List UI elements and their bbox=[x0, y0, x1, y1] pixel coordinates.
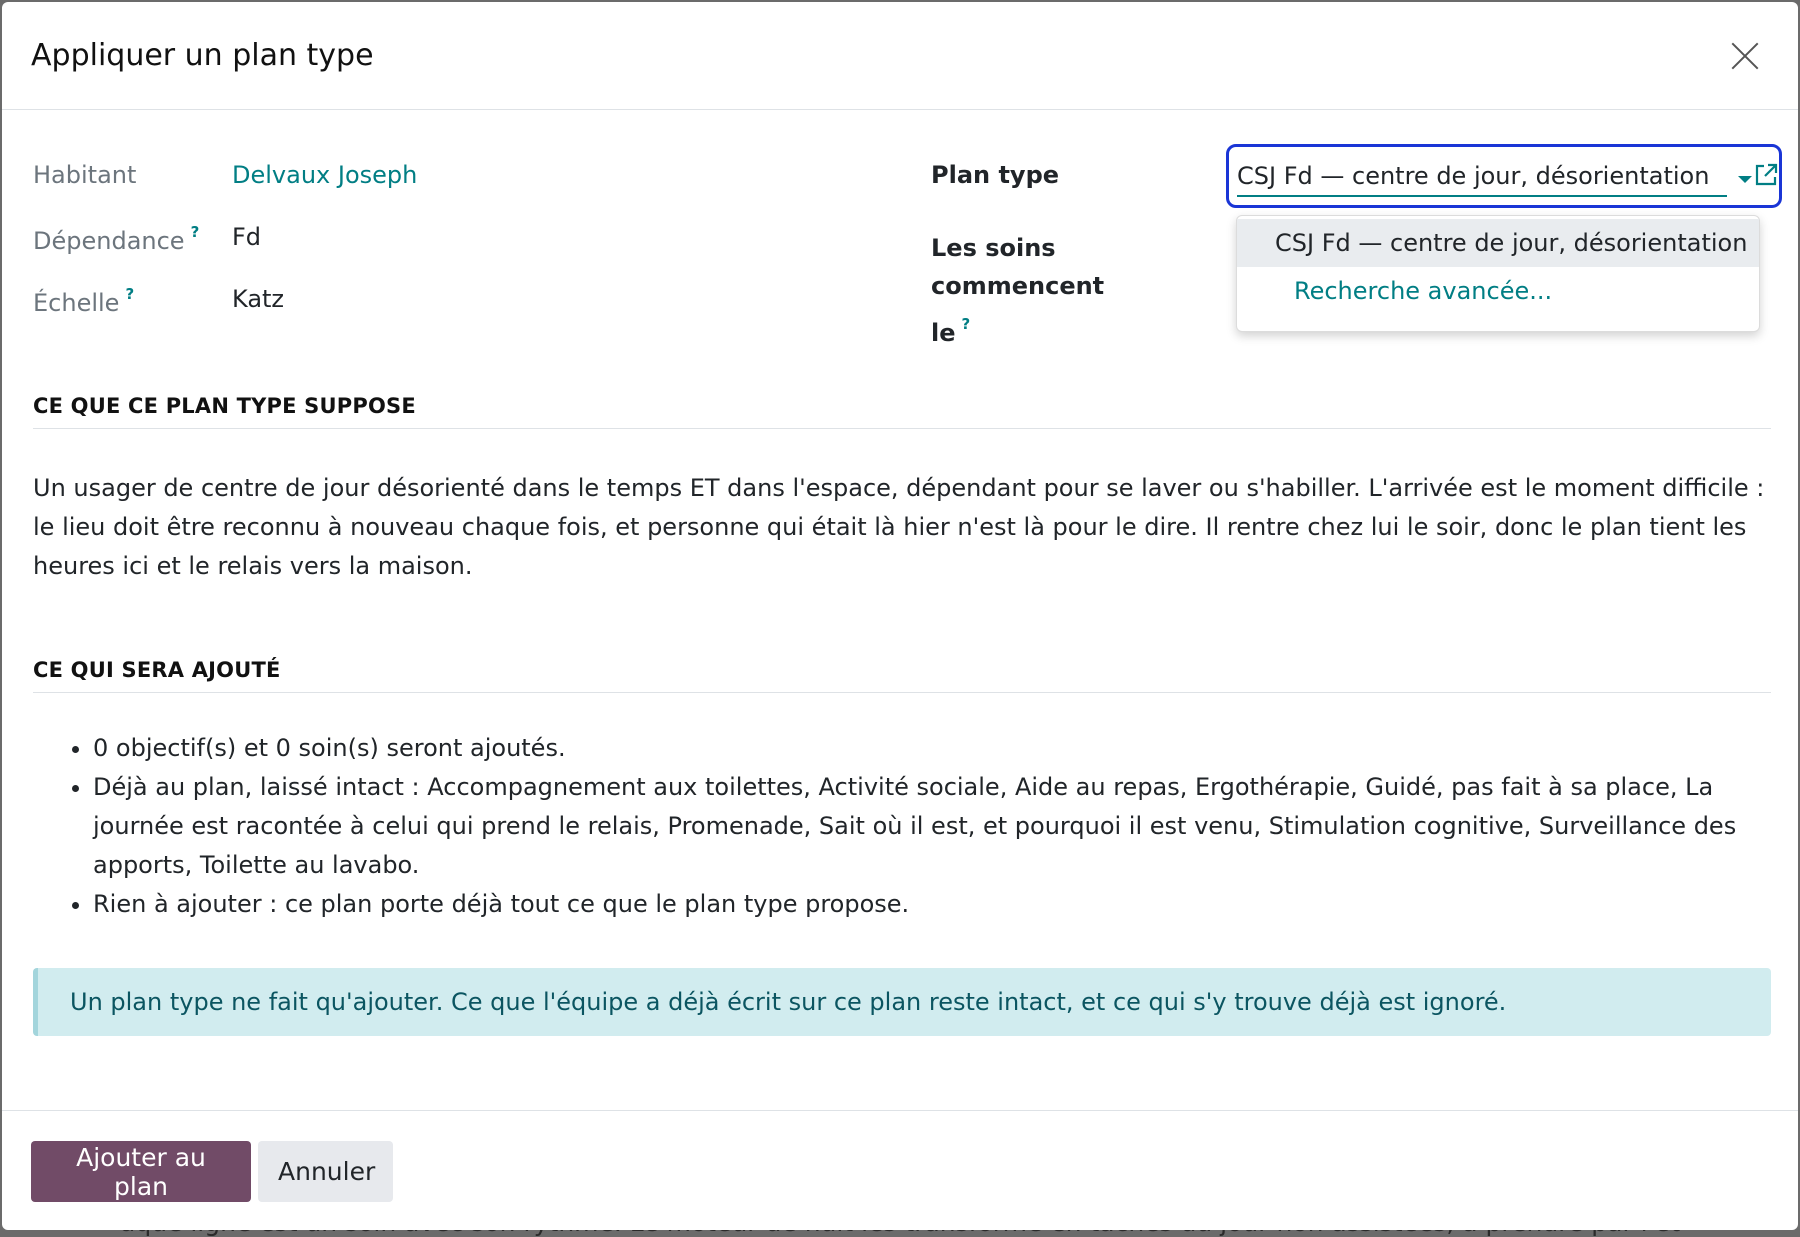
echelle-label: Échelle? bbox=[33, 285, 135, 317]
dropdown-option-advanced-search[interactable]: Recherche avancée... bbox=[1237, 267, 1759, 315]
plan-type-input[interactable] bbox=[1237, 157, 1727, 197]
dialog-title: Appliquer un plan type bbox=[31, 38, 374, 73]
info-alert: Un plan type ne fait qu'ajouter. Ce que … bbox=[33, 968, 1771, 1036]
apply-plan-dialog: Appliquer un plan type Habitant Delvaux … bbox=[2, 2, 1798, 1230]
add-to-plan-button[interactable]: Ajouter au plan bbox=[31, 1141, 251, 1202]
dropdown-option-csj-fd[interactable]: CSJ Fd — centre de jour, désorientation bbox=[1237, 219, 1759, 267]
list-item: 0 objectif(s) et 0 soin(s) seront ajouté… bbox=[93, 729, 1793, 768]
section-title-added: CE QUI SERA AJOUTÉ bbox=[33, 658, 1771, 693]
list-item: Rien à ajouter : ce plan porte déjà tout… bbox=[93, 885, 1793, 924]
habitant-link[interactable]: Delvaux Joseph bbox=[232, 161, 417, 189]
help-icon[interactable]: ? bbox=[962, 315, 971, 333]
dependance-label: Dépendance? bbox=[33, 223, 200, 255]
close-icon[interactable] bbox=[1725, 36, 1765, 76]
section-title-assumes: CE QUE CE PLAN TYPE SUPPOSE bbox=[33, 394, 1771, 429]
start-date-label: Les soins commencent le? bbox=[931, 234, 1105, 347]
dialog-header: Appliquer un plan type bbox=[2, 2, 1798, 110]
assumes-text: Un usager de centre de jour désorienté d… bbox=[33, 474, 1765, 580]
help-icon[interactable]: ? bbox=[125, 285, 134, 303]
external-link-icon[interactable] bbox=[1753, 162, 1779, 188]
echelle-value: Katz bbox=[232, 285, 285, 313]
dependance-value: Fd bbox=[232, 223, 262, 251]
added-list: 0 objectif(s) et 0 soin(s) seront ajouté… bbox=[33, 729, 1793, 924]
plan-type-dropdown: CSJ Fd — centre de jour, désorientation … bbox=[1236, 215, 1760, 332]
plan-type-select[interactable] bbox=[1226, 144, 1782, 208]
caret-down-icon[interactable] bbox=[1738, 176, 1752, 183]
dialog-footer: Ajouter au plan Annuler bbox=[2, 1110, 1798, 1230]
habitant-label: Habitant bbox=[33, 161, 137, 189]
cancel-button[interactable]: Annuler bbox=[258, 1141, 393, 1202]
plan-type-label: Plan type bbox=[931, 161, 1060, 189]
help-icon[interactable]: ? bbox=[191, 223, 200, 241]
list-item: Déjà au plan, laissé intact : Accompagne… bbox=[93, 768, 1793, 885]
